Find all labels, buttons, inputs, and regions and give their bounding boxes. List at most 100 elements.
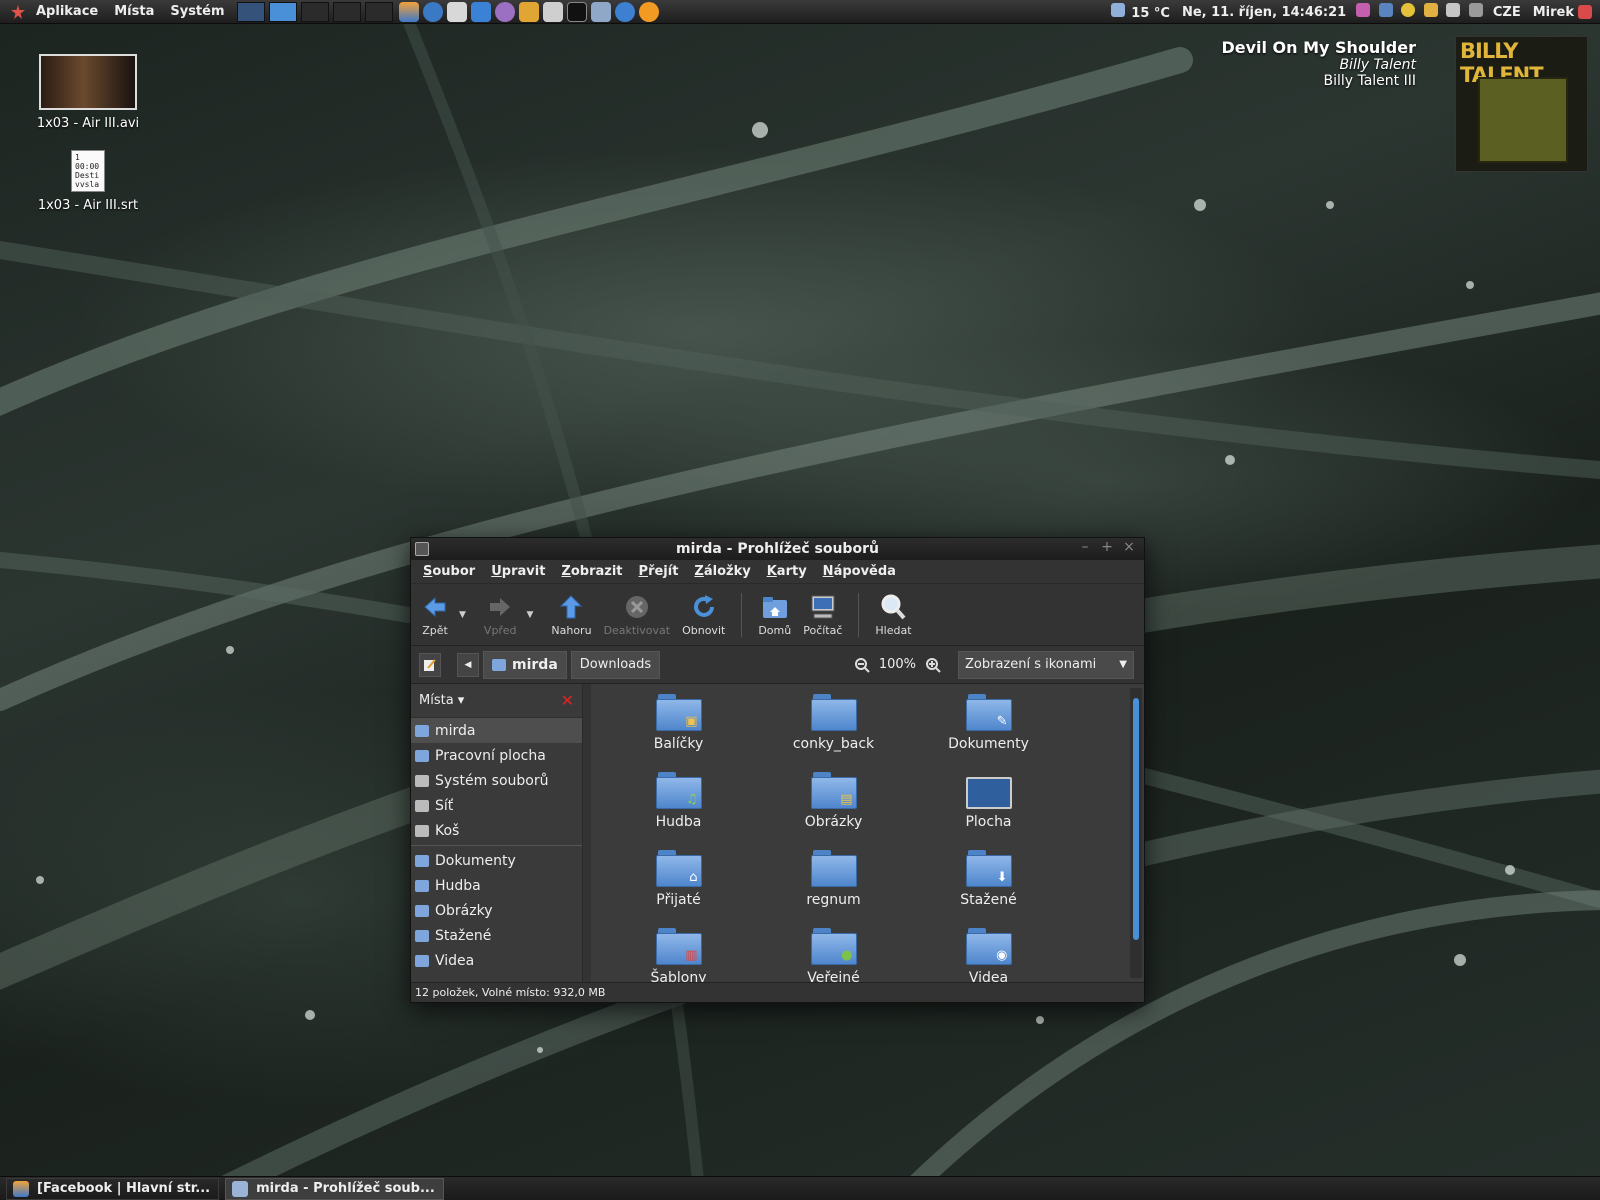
toggle-location-entry-button[interactable] (419, 652, 441, 677)
home-button[interactable]: Domů (752, 586, 797, 644)
forward-history-dropdown[interactable]: ▼ (522, 610, 537, 620)
places-menu[interactable]: Místa (106, 0, 162, 24)
sidebar-item-trash[interactable]: Koš (411, 818, 582, 843)
updates-icon[interactable] (1446, 3, 1461, 17)
reload-icon (693, 594, 714, 617)
user-menu[interactable]: Mirek (1527, 5, 1600, 20)
sidebar-bookmark-music[interactable]: Hudba (411, 873, 582, 898)
file-item[interactable]: ♫ Hudba (601, 772, 756, 842)
menu-go[interactable]: Přejít (631, 564, 687, 579)
launcher-water-icon[interactable] (614, 1, 635, 22)
folder-music-icon: ♫ (655, 772, 702, 810)
launcher-monitor-icon[interactable] (590, 1, 611, 22)
workspace-4[interactable] (364, 1, 393, 22)
sidebar-bookmark-videos[interactable]: Videa (411, 948, 582, 973)
signal-icon[interactable] (1378, 3, 1393, 17)
computer-icon (811, 595, 835, 618)
keyboard-layout[interactable]: CZE (1487, 5, 1527, 20)
back-button[interactable]: Zpět (415, 586, 455, 644)
close-button[interactable]: × (1120, 539, 1138, 555)
file-item[interactable]: ⬇ Stažené (911, 850, 1066, 920)
path-scroll-left-button[interactable]: ◀ (457, 652, 479, 677)
window-titlebar[interactable]: mirda - Prohlížeč souborů – + × (411, 538, 1144, 560)
pane-splitter[interactable] (583, 684, 591, 982)
launcher-pidgin-icon[interactable] (494, 1, 515, 22)
computer-button[interactable]: Počítač (797, 586, 848, 644)
sidebar-bookmark-pictures[interactable]: Obrázky (411, 898, 582, 923)
close-sidebar-icon[interactable]: ✕ (561, 691, 574, 710)
file-item[interactable]: ▥ Šablony (601, 928, 756, 982)
reload-button[interactable]: Obnovit (676, 586, 731, 644)
file-item[interactable]: ● Veřejné (756, 928, 911, 982)
menu-bookmarks[interactable]: Záložky (686, 564, 758, 579)
file-item[interactable]: ⌂ Přijaté (601, 850, 756, 920)
launcher-web-icon[interactable] (422, 1, 443, 22)
file-item[interactable]: ◉ Videa (911, 928, 1066, 982)
zoom-level[interactable]: 100% (879, 657, 916, 672)
zoom-control: 100% (853, 656, 942, 674)
file-item[interactable]: ✎ Dokumenty (911, 694, 1066, 764)
weather-indicator[interactable]: 15 °C (1103, 3, 1176, 21)
volume-icon[interactable] (1468, 3, 1483, 17)
back-history-dropdown[interactable]: ▼ (455, 610, 470, 620)
smiley-icon[interactable] (1401, 3, 1416, 17)
sidebar-item-desktop[interactable]: Pracovní plocha (411, 743, 582, 768)
show-desktop-icon[interactable] (236, 1, 265, 22)
file-grid: ▣ Balíčky conky_back ✎ Dokumenty ♫ Hudba… (601, 694, 1066, 982)
workspace-2[interactable] (300, 1, 329, 22)
menu-help[interactable]: Nápověda (815, 564, 904, 579)
launcher-files-icon[interactable] (542, 1, 563, 22)
launcher-messenger-icon[interactable] (470, 1, 491, 22)
sidebar-item-home[interactable]: mirda (411, 718, 582, 743)
taskbar-item-file-manager[interactable]: mirda - Prohlížeč soub... (225, 1177, 444, 1200)
sidebar-type-select[interactable]: Místa ▾ (419, 693, 464, 708)
mail-notify-icon[interactable] (1423, 3, 1438, 17)
forward-button[interactable]: Vpřed (478, 586, 523, 644)
sidebar-bookmark-documents[interactable]: Dokumenty (411, 848, 582, 873)
file-item[interactable]: conky_back (756, 694, 911, 764)
file-item[interactable]: ▣ Balíčky (601, 694, 756, 764)
menu-edit[interactable]: Upravit (483, 564, 553, 579)
zoom-in-icon[interactable] (924, 656, 942, 674)
path-crumb-next[interactable]: Downloads (570, 650, 661, 679)
file-item[interactable]: Plocha (911, 772, 1066, 842)
applications-menu[interactable]: Aplikace (28, 0, 106, 24)
window-menu-icon[interactable] (415, 542, 429, 556)
zoom-out-icon[interactable] (853, 656, 871, 674)
workspace-3[interactable] (332, 1, 361, 22)
sidebar-bookmark-downloads[interactable]: Stažené (411, 923, 582, 948)
launcher-firefox-icon[interactable] (638, 1, 659, 22)
vertical-scrollbar[interactable] (1130, 688, 1142, 978)
file-item[interactable]: ▤ Obrázky (756, 772, 911, 842)
search-button[interactable]: Hledat (869, 586, 917, 644)
up-button[interactable]: Nahoru (545, 586, 597, 644)
home-icon (492, 658, 506, 671)
menu-view[interactable]: Zobrazit (553, 564, 630, 579)
taskbar-item-browser[interactable]: [Facebook | Hlavní str... (6, 1177, 220, 1200)
launcher-browser-icon[interactable] (398, 1, 419, 22)
clock[interactable]: Ne, 11. říjen, 14:46:21 (1176, 5, 1352, 20)
tray-app-icon[interactable] (1356, 3, 1371, 17)
menu-file[interactable]: Soubor (415, 564, 483, 579)
workspace-1[interactable] (268, 1, 297, 22)
menu-tabs[interactable]: Karty (759, 564, 815, 579)
launcher-mail-icon[interactable] (446, 1, 467, 22)
stop-button[interactable]: Deaktivovat (598, 586, 677, 644)
system-menu[interactable]: Systém (162, 0, 232, 24)
launcher-finance-icon[interactable] (518, 1, 539, 22)
sidebar-item-network[interactable]: Síť (411, 793, 582, 818)
gnome-foot-icon[interactable] (8, 2, 28, 22)
sidebar-item-filesystem[interactable]: Systém souborů (411, 768, 582, 793)
desktop-icon-video[interactable]: 1x03 - Air III.avi (28, 54, 148, 131)
maximize-button[interactable]: + (1098, 539, 1116, 555)
path-crumb-current[interactable]: mirda (483, 650, 567, 679)
toolbar: Zpět ▼ Vpřed ▼ Nahoru Deaktivovat Obnovi… (411, 584, 1144, 646)
minimize-button[interactable]: – (1076, 539, 1094, 555)
icon-view[interactable]: ▣ Balíčky conky_back ✎ Dokumenty ♫ Hudba… (591, 684, 1144, 982)
scrollbar-thumb[interactable] (1133, 698, 1139, 940)
folder-icon (415, 954, 429, 967)
desktop-icon-subtitles[interactable]: 1 00:00 Desti vvsla 1x03 - Air III.srt (28, 150, 148, 213)
file-item[interactable]: regnum (756, 850, 911, 920)
view-mode-select[interactable]: Zobrazení s ikonami ▼ (958, 650, 1134, 679)
launcher-terminal-icon[interactable] (566, 1, 587, 22)
